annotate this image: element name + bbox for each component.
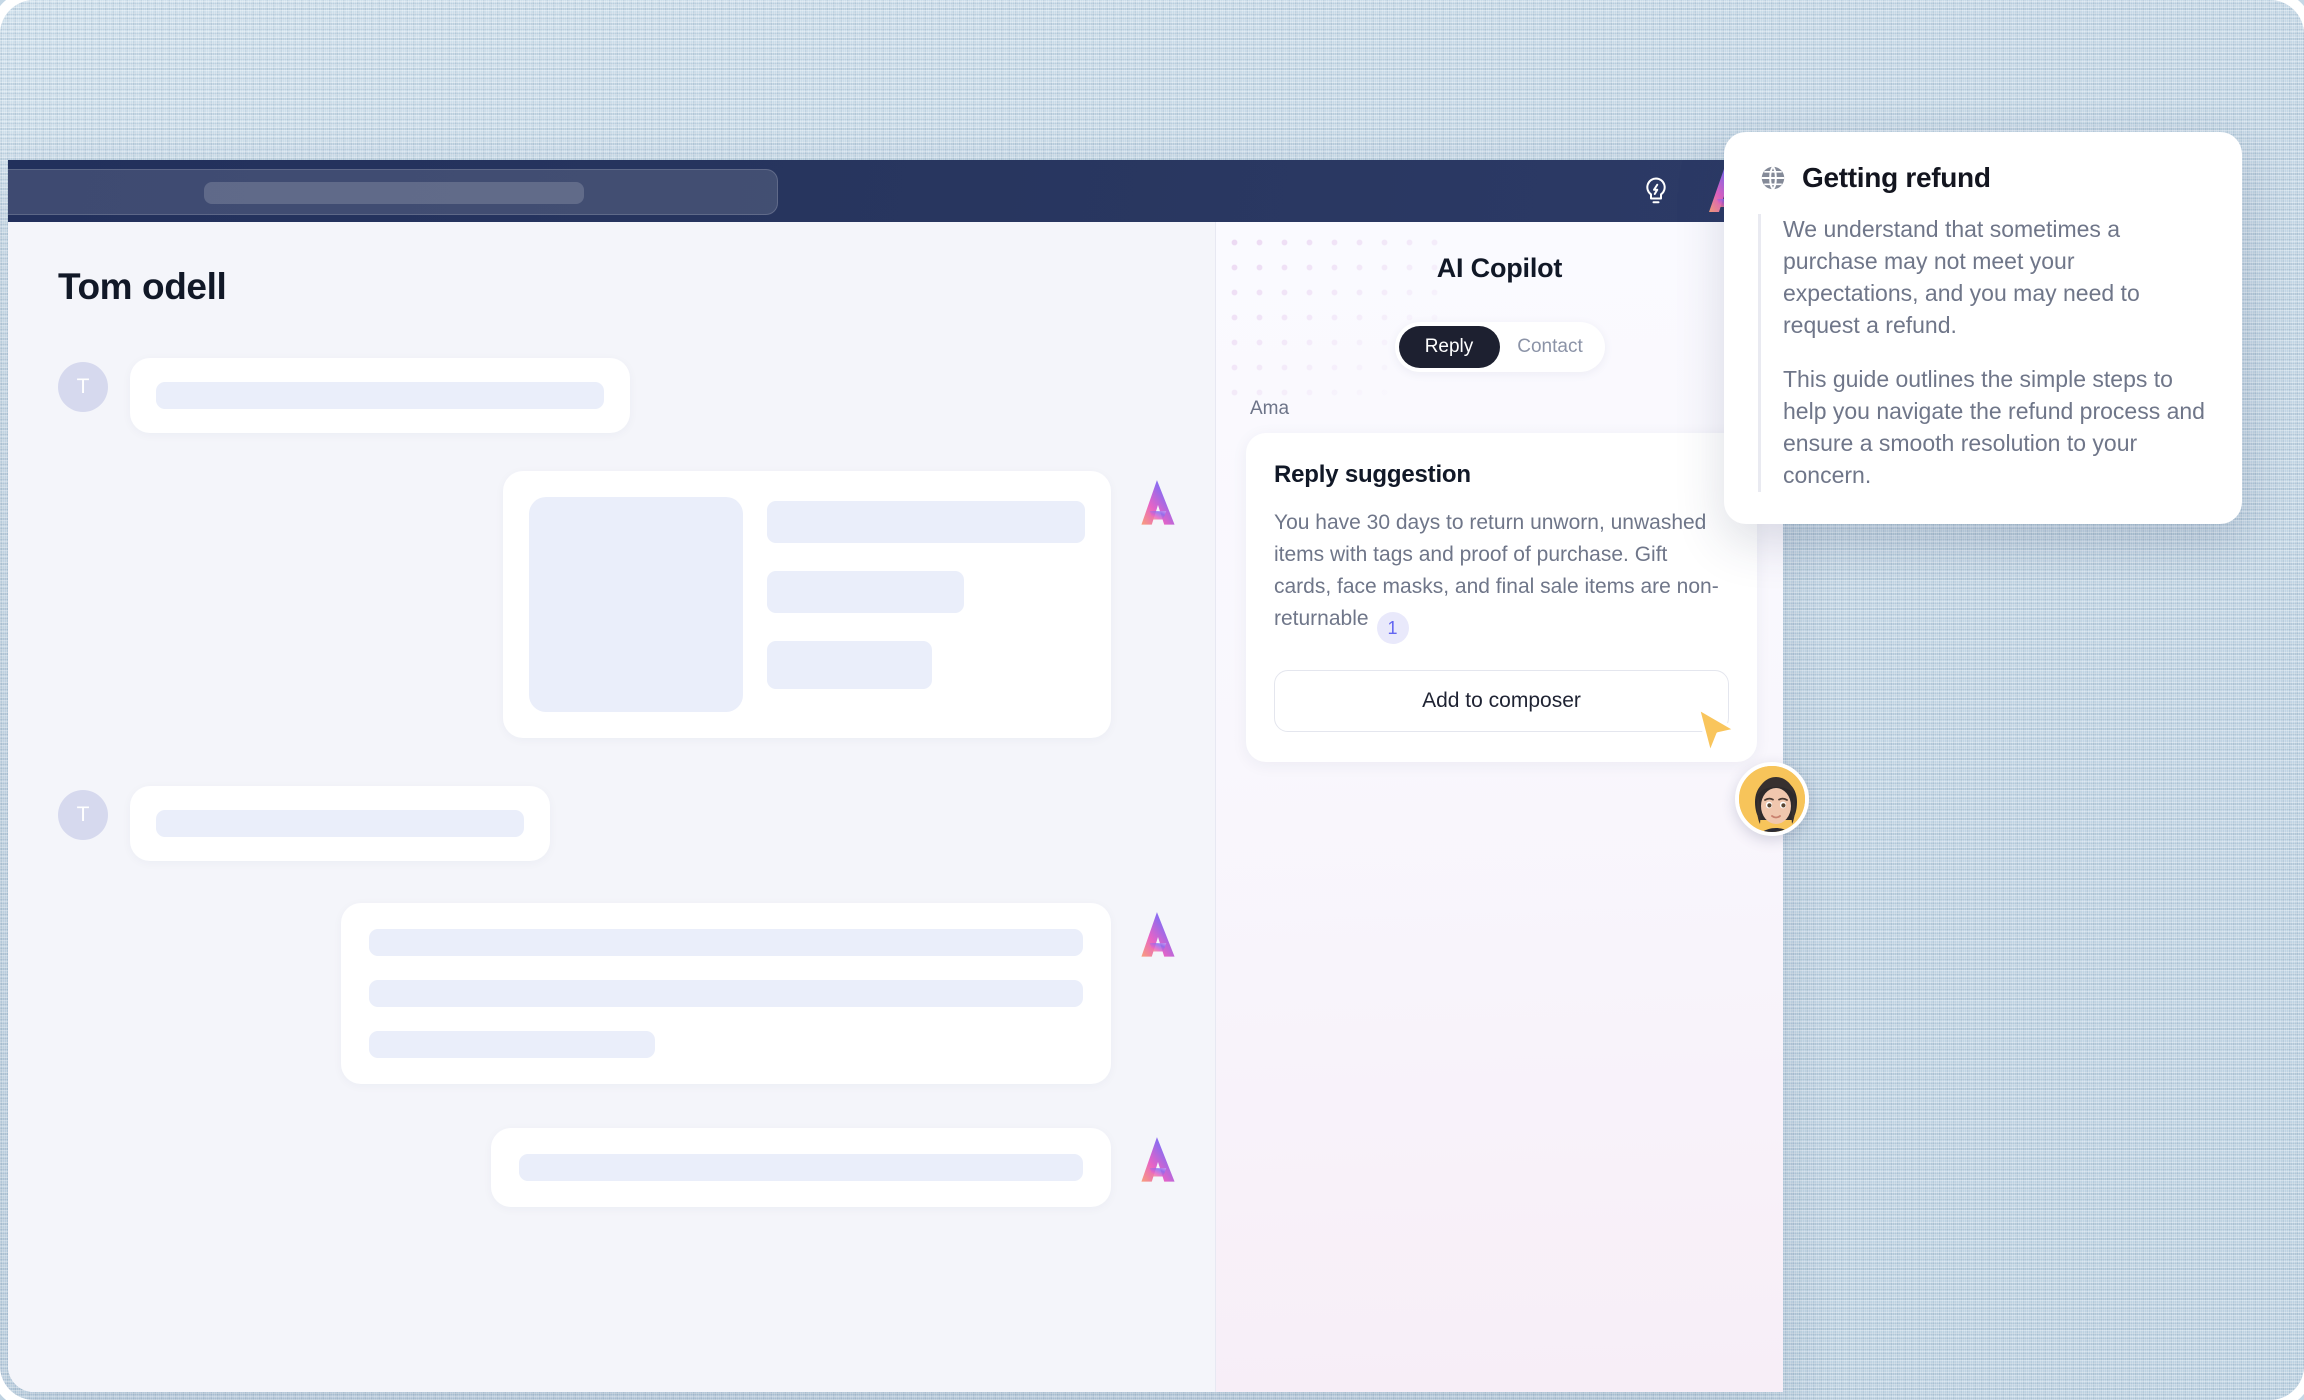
message-row-outbound <box>58 903 1215 1084</box>
copilot-header: AI Copilot <box>1216 222 1783 314</box>
reply-suggestion-card: Reply suggestion You have 30 days to ret… <box>1246 433 1757 763</box>
cursor-pointer-icon <box>1694 706 1740 758</box>
text-placeholder <box>767 641 933 689</box>
text-placeholder <box>767 571 965 613</box>
knowledge-card-title: Getting refund <box>1802 162 1991 193</box>
avatar: T <box>58 362 108 412</box>
text-placeholder <box>156 382 604 409</box>
top-navbar <box>8 160 1783 222</box>
text-placeholder <box>519 1154 1083 1181</box>
message-row-inbound: T <box>58 786 1215 861</box>
page-root: Tom odell T T AI Copilot Reply Contact A… <box>0 0 2304 1400</box>
copilot-title: AI Copilot <box>1436 252 1563 283</box>
text-placeholder <box>369 929 1083 956</box>
citation-badge[interactable]: 1 <box>1376 612 1409 645</box>
message-bubble[interactable] <box>341 903 1111 1084</box>
text-placeholder-group <box>767 497 1085 689</box>
suggestion-text: You have 30 days to return unworn, unwas… <box>1274 511 1719 630</box>
add-to-composer-button[interactable]: Add to composer <box>1274 670 1729 733</box>
message-row-outbound <box>58 1128 1215 1207</box>
app-body: Tom odell T T AI Copilot Reply Contact A… <box>8 222 1783 1392</box>
tab-contact[interactable]: Contact <box>1500 326 1601 368</box>
text-placeholder <box>156 810 524 837</box>
copilot-tab-group: Reply Contact <box>1394 322 1605 372</box>
suggestion-heading: Reply suggestion <box>1274 461 1471 488</box>
message-bubble[interactable] <box>503 471 1111 738</box>
knowledge-article-card: Getting refund We understand that someti… <box>1724 132 2242 524</box>
text-placeholder <box>369 1031 655 1058</box>
globe-icon <box>1758 163 1788 193</box>
knowledge-card-header: Getting refund <box>1758 162 2208 194</box>
lightbulb-bolt-icon[interactable] <box>1641 176 1671 206</box>
brand-a-logo <box>1129 477 1187 533</box>
user-avatar[interactable] <box>1735 762 1809 836</box>
message-row-inbound: T <box>58 358 1215 433</box>
knowledge-card-body: We understand that sometimes a purchase … <box>1758 214 2208 492</box>
conversation-panel: Tom odell T T <box>8 222 1215 1392</box>
page-title: Tom odell <box>58 266 227 307</box>
message-row-outbound <box>58 471 1215 738</box>
knowledge-paragraph: This guide outlines the simple steps to … <box>1783 365 2205 488</box>
message-bubble[interactable] <box>491 1128 1111 1207</box>
message-bubble[interactable] <box>130 358 630 433</box>
suggestion-body: You have 30 days to return unworn, unwas… <box>1274 507 1729 645</box>
message-bubble[interactable] <box>130 786 550 861</box>
brand-a-logo <box>1129 909 1187 965</box>
image-placeholder <box>529 497 743 712</box>
brand-a-logo <box>1129 1134 1187 1190</box>
text-placeholder <box>369 980 1083 1007</box>
search-placeholder-bar <box>204 182 584 204</box>
app-window: Tom odell T T AI Copilot Reply Contact A… <box>8 160 1783 1392</box>
ai-copilot-panel: AI Copilot Reply Contact Ama Reply sugge… <box>1215 222 1783 1392</box>
avatar: T <box>58 790 108 840</box>
tab-reply[interactable]: Reply <box>1398 326 1500 368</box>
knowledge-paragraph: We understand that sometimes a purchase … <box>1783 216 2140 338</box>
text-placeholder <box>767 501 1085 543</box>
search-input[interactable] <box>8 169 778 215</box>
